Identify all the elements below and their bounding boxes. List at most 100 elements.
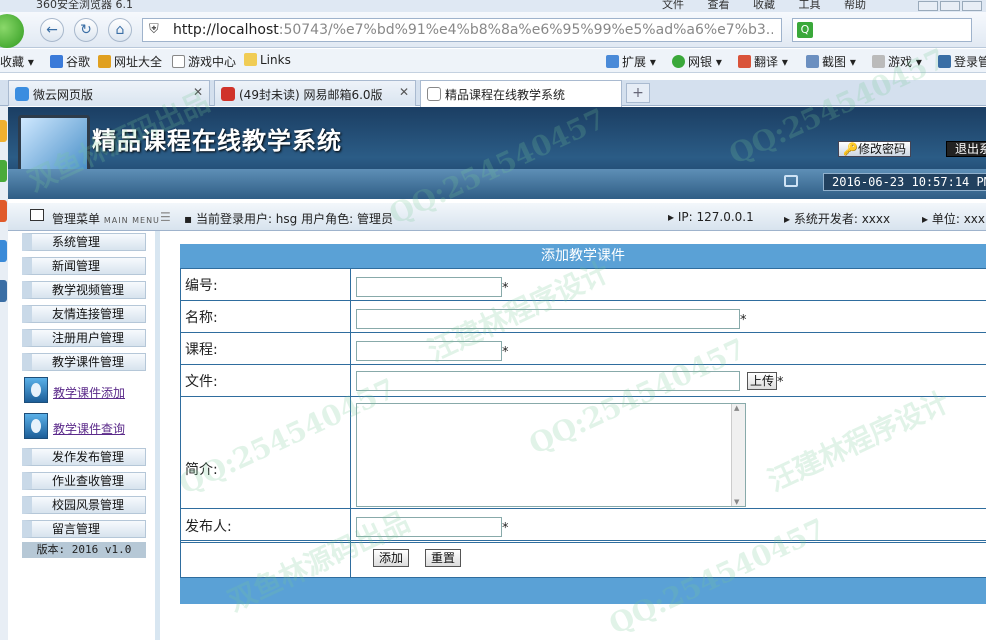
form-row-course: 课程: * (180, 332, 986, 364)
rail-tool-icon[interactable] (0, 240, 7, 262)
toolbar-extensions[interactable]: 扩展 ▾ (606, 53, 656, 70)
search-box[interactable]: Q (792, 18, 972, 42)
bookmark-game-center[interactable]: 游戏中心 (172, 53, 236, 70)
toolbar-screenshot[interactable]: 截图 ▾ (806, 53, 856, 70)
bookmark-links[interactable]: Links (244, 53, 291, 67)
reset-button[interactable]: 重置 (425, 549, 462, 567)
logout-button[interactable]: 退出系 (946, 141, 986, 157)
name-input[interactable] (356, 309, 740, 329)
browser-title: 360安全浏览器 6.1 (36, 0, 133, 11)
rail-download-icon[interactable] (0, 280, 7, 302)
menu-tools[interactable]: 工具 (799, 0, 821, 11)
new-tab-button[interactable]: + (626, 83, 650, 103)
refresh-icon[interactable]: ↻ (74, 18, 98, 42)
change-password-button[interactable]: 🔑修改密码 (838, 141, 911, 157)
app-title: 精品课程在线教学系统 (92, 126, 342, 155)
datetime-display: 2016-06-23 10:57:14 PM (823, 173, 986, 191)
home-icon[interactable]: ⌂ (108, 18, 132, 42)
toolbar-netbank[interactable]: 网银 ▾ (672, 53, 722, 70)
publisher-input[interactable] (356, 517, 502, 537)
current-user-info: ▪ 当前登录用户: hsg 用户角色: 管理员 (184, 212, 393, 226)
course-input[interactable] (356, 341, 502, 361)
add-button[interactable]: 添加 (373, 549, 410, 567)
window-controls (916, 0, 982, 12)
sidebar-item-messages[interactable]: 留言管理 (22, 520, 146, 538)
menu-title: 管理菜单 MAIN MENU (52, 212, 160, 226)
menu-file[interactable]: 文件 (662, 0, 684, 11)
menu-help[interactable]: 帮助 (844, 0, 866, 11)
required-mark: * (502, 521, 509, 536)
rail-weibo-icon[interactable] (0, 200, 7, 222)
sidebar-item-system[interactable]: 系统管理 (22, 233, 146, 251)
form-row-publisher: 发布人: * (180, 508, 986, 542)
sidebar-item-homework-check[interactable]: 作业查收管理 (22, 472, 146, 490)
close-window-button[interactable] (962, 1, 982, 11)
sidebar-item-campus[interactable]: 校园风景管理 (22, 496, 146, 514)
browser-logo-icon[interactable] (0, 14, 24, 48)
close-icon[interactable]: ✕ (399, 85, 409, 99)
browser-menu: 文件 查看 收藏 工具 帮助 (642, 0, 866, 12)
form-row-code: 编号: * (180, 268, 986, 300)
tab-netease-mail[interactable]: (49封未读) 网易邮箱6.0版 ✕ (214, 80, 416, 106)
form-footer (180, 577, 986, 604)
menu-toggle-icon[interactable]: ☰ (160, 210, 171, 224)
minimize-button[interactable] (918, 1, 938, 11)
info-bar: 管理菜单 MAIN MENU ☰ ▪ 当前登录用户: hsg 用户角色: 管理员… (8, 203, 986, 231)
search-engine-icon[interactable]: Q (797, 22, 813, 38)
tab-course-system[interactable]: 精品课程在线教学系统 (420, 80, 622, 107)
maximize-button[interactable] (940, 1, 960, 11)
sidebar-item-users[interactable]: 注册用户管理 (22, 329, 146, 347)
translate-icon (738, 55, 751, 68)
sidebar-item-news[interactable]: 新闻管理 (22, 257, 146, 275)
menu-favorites[interactable]: 收藏 (753, 0, 775, 11)
unit-info: ▸ 单位: xxx (922, 212, 986, 226)
toolbar-games[interactable]: 游戏 ▾ (872, 53, 922, 70)
url-bar[interactable]: ⛨ http://localhost:50743/%e7%bd%91%e4%b8… (142, 18, 782, 42)
sidebar-item-homework-publish[interactable]: 发作发布管理 (22, 448, 146, 466)
rail-app-icon[interactable] (0, 160, 7, 182)
tab-weiyun[interactable]: 微云网页版 ✕ (8, 80, 210, 106)
menu-view[interactable]: 查看 (708, 0, 730, 11)
cloud-icon (15, 87, 29, 101)
name-label: 名称: (181, 301, 351, 332)
browser-title-bar: 360安全浏览器 6.1 文件 查看 收藏 工具 帮助 (0, 0, 986, 12)
netbank-icon (672, 55, 685, 68)
mail-icon (221, 87, 235, 101)
toolbar-login[interactable]: 登录管 (938, 53, 986, 70)
user-icon (24, 413, 48, 439)
bookmark-google[interactable]: 谷歌 (50, 53, 90, 70)
ip-info: ▸ IP: 127.0.0.1 (668, 210, 754, 224)
bookmark-favorites[interactable]: 收藏 ▾ (0, 53, 34, 70)
monitor-logo-icon (18, 115, 90, 186)
close-icon[interactable]: ✕ (193, 85, 203, 99)
page-icon (172, 55, 185, 68)
browser-side-rail (0, 106, 8, 640)
developer-info: ▸ 系统开发者: xxxx (784, 212, 891, 226)
google-icon (50, 55, 63, 68)
toolbar-translate[interactable]: 翻译 ▾ (738, 53, 788, 70)
course-label: 课程: (181, 333, 351, 364)
form-row-file: 文件: 上传 * (180, 364, 986, 396)
rail-favorite-icon[interactable] (0, 120, 7, 142)
required-mark: * (777, 375, 784, 390)
extensions-icon (606, 55, 619, 68)
folder-icon (244, 53, 257, 66)
courseware-query-link[interactable]: 教学课件查询 (53, 420, 125, 437)
form-heading: 添加教学课件 (180, 244, 986, 268)
bookmark-directory[interactable]: 网址大全 (98, 53, 162, 70)
form-row-actions: 添加 重置 (180, 542, 986, 577)
code-input[interactable] (356, 277, 502, 297)
file-input[interactable] (356, 371, 740, 391)
upload-button[interactable]: 上传 (747, 372, 778, 390)
url-text[interactable]: http://localhost:50743/%e7%bd%91%e4%b8%8… (173, 22, 773, 38)
intro-textarea[interactable] (356, 403, 746, 507)
courseware-add-link[interactable]: 教学课件添加 (53, 384, 125, 401)
version-label: 版本: 2016 v1.0 (22, 542, 146, 558)
shield-icon: ⛨ (149, 22, 159, 37)
back-arrow-icon[interactable]: ← (40, 18, 64, 42)
sidebar-item-courseware[interactable]: 教学课件管理 (22, 353, 146, 371)
sidebar-item-links[interactable]: 友情连接管理 (22, 305, 146, 323)
textarea-scrollbar[interactable] (731, 404, 745, 506)
key-icon (938, 55, 951, 68)
sidebar-item-videos[interactable]: 教学视频管理 (22, 281, 146, 299)
